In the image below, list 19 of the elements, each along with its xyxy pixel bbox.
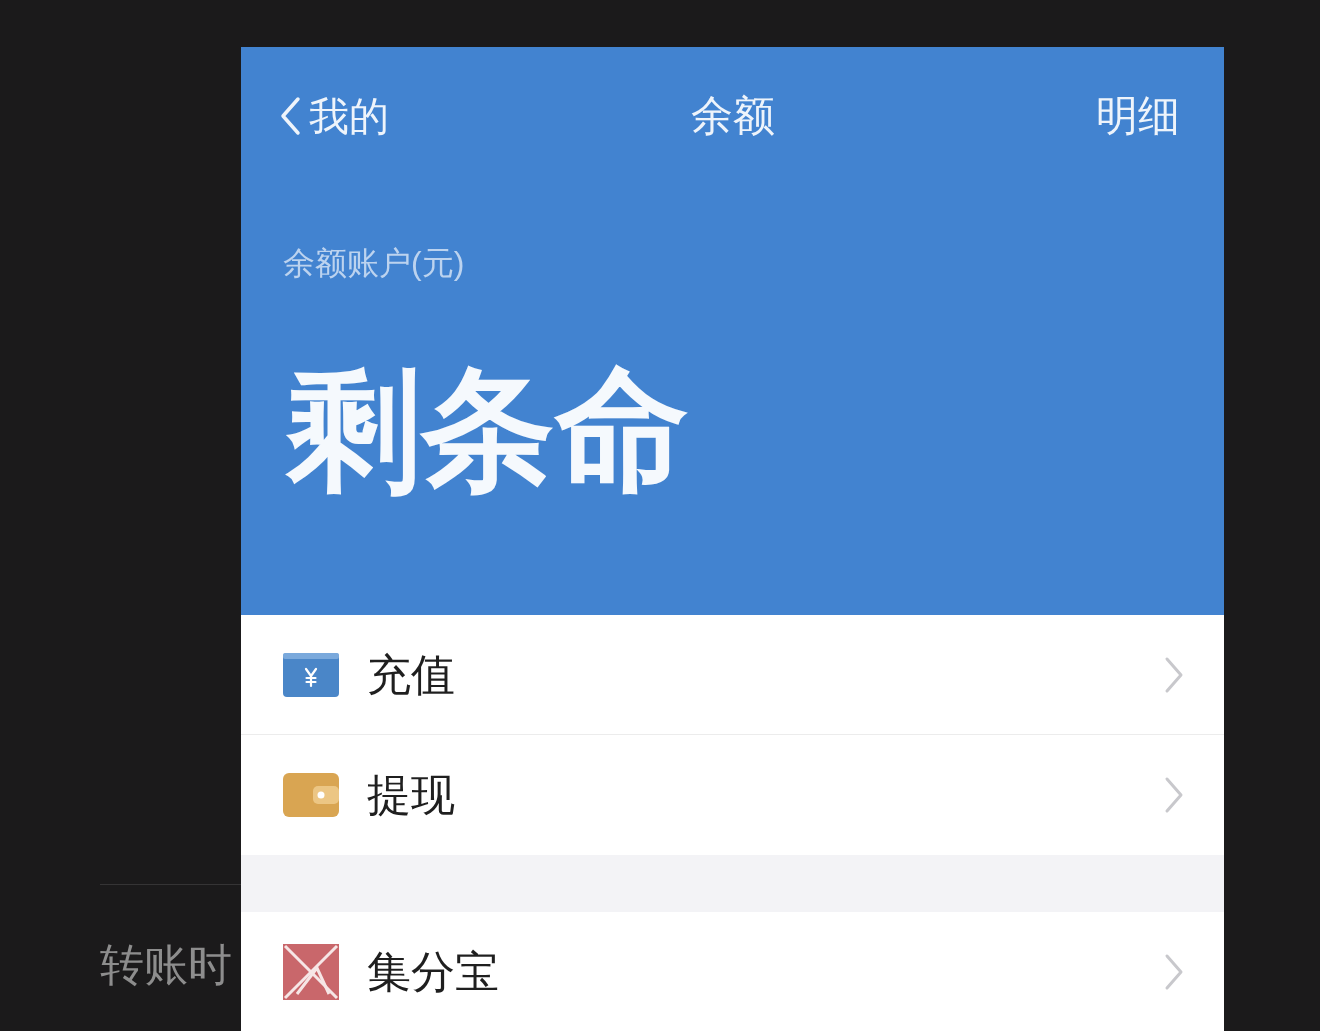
yen-card-icon [283,652,339,697]
chevron-right-icon [1164,953,1184,991]
menu-label: 集分宝 [367,946,499,998]
menu-row[interactable]: 充值 [241,615,1224,735]
balance-label: 余额账户(元) [283,244,465,283]
menu-label: 提现 [367,769,455,821]
chevron-right-icon [1164,776,1184,814]
crossed-square-icon [283,944,339,1000]
balance-amount: 剩条命 [287,355,689,505]
article-text: 转账时 [100,939,232,991]
wallet-icon [283,773,339,817]
back-chevron-icon [279,96,301,136]
menu-row[interactable]: 集分宝 [241,912,1224,1031]
chevron-right-icon [1164,655,1184,694]
back-button[interactable]: 我的 [279,90,389,142]
menu-label: 充值 [367,648,455,701]
details-link[interactable]: 明细 [1096,90,1180,142]
page-title: 余额 [690,91,775,141]
menu-row[interactable]: 提现 [241,735,1224,855]
